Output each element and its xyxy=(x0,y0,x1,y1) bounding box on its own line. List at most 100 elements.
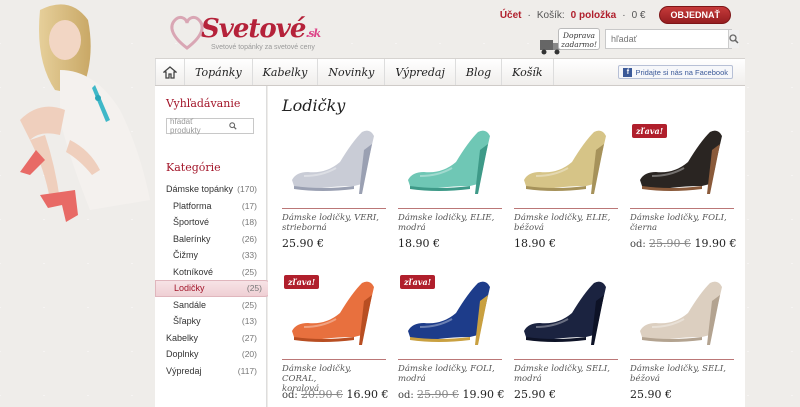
order-button[interactable]: OBJEDNAŤ xyxy=(659,6,731,24)
facebook-like-button[interactable]: f Pridajte si nás na Facebook xyxy=(618,65,733,79)
sidebar-search[interactable]: hľadať produkty xyxy=(166,117,254,135)
category-count: (17) xyxy=(241,200,257,211)
categories-title: Kategórie xyxy=(166,161,221,174)
product-name[interactable]: Dámske lodičky, ELIE, modrá xyxy=(398,213,502,233)
category-count: (170) xyxy=(237,184,257,195)
divider xyxy=(630,359,734,360)
category-label: Lodičky xyxy=(174,283,205,294)
product-card[interactable]: Dámske lodičky, VERI, strieborná 25.90 € xyxy=(282,122,386,250)
product-name-line: Dámske lodičky, SELI, xyxy=(514,364,610,374)
facebook-icon: f xyxy=(623,67,633,77)
shoe-image xyxy=(524,281,606,345)
product-price: od: 25.90 € 19.90 € xyxy=(630,237,736,250)
shoe-image xyxy=(408,130,490,194)
product-name[interactable]: Dámske lodičky, CORAL, koralová xyxy=(282,364,386,394)
product-card[interactable]: zľava! Dámske lodičky, FOLI, čierna od: 25.… xyxy=(630,122,736,250)
product-name-line: Dámske lodičky, ELIE, xyxy=(514,213,611,223)
category-item[interactable]: Balerínky (26) xyxy=(155,231,267,248)
category-item[interactable]: Kotníkové (25) xyxy=(155,264,267,281)
product-name[interactable]: Dámske lodičky, SELI, béžová xyxy=(630,364,734,384)
header-search-button[interactable] xyxy=(728,30,739,48)
sidebar-search-input[interactable]: hľadať produkty xyxy=(167,117,210,135)
product-image[interactable] xyxy=(514,273,618,353)
sidebar-search-button[interactable] xyxy=(210,122,253,130)
site-logo[interactable]: Svetové.sk Svetové topánky za svetové ce… xyxy=(167,10,357,54)
product-name[interactable]: Dámske lodičky, SELI, modrá xyxy=(514,364,618,384)
price-from-label: od: xyxy=(282,390,301,401)
product-image[interactable] xyxy=(630,273,734,353)
product-card[interactable]: Dámske lodičky, ELIE, modrá 18.90 € xyxy=(398,122,502,250)
category-item[interactable]: Výpredaj (117) xyxy=(155,363,267,380)
product-card[interactable]: Dámske lodičky, SELI, modrá 25.90 € xyxy=(514,273,618,401)
cart-label[interactable]: Košík: xyxy=(537,10,565,21)
product-name-line: modrá xyxy=(514,374,542,384)
category-item[interactable]: Sandále (25) xyxy=(155,297,267,314)
main-navigation: Topánky Kabelky Novinky Výpredaj Blog Ko… xyxy=(155,58,745,86)
product-name[interactable]: Dámske lodičky, FOLI, čierna xyxy=(630,213,734,233)
nav-item-vypredaj[interactable]: Výpredaj xyxy=(385,59,456,85)
category-label: Balerínky xyxy=(173,233,211,244)
product-name[interactable]: Dámske lodičky, FOLI, modrá xyxy=(398,364,502,384)
cart-count[interactable]: 0 položka xyxy=(571,10,617,21)
nav-item-topanky[interactable]: Topánky xyxy=(185,59,253,85)
shoe-image xyxy=(524,130,606,194)
nav-item-kabelky[interactable]: Kabelky xyxy=(253,59,319,85)
category-item[interactable]: Platforma (17) xyxy=(155,198,267,215)
nav-item-blog[interactable]: Blog xyxy=(456,59,503,85)
product-card[interactable]: Dámske lodičky, SELI, béžová 25.90 € xyxy=(630,273,734,401)
nav-item-kosik[interactable]: Košík xyxy=(502,59,554,85)
product-image[interactable]: zľava! xyxy=(630,122,734,202)
category-label: Čižmy xyxy=(173,250,198,261)
category-label: Platforma xyxy=(173,200,212,211)
product-name[interactable]: Dámske lodičky, ELIE, béžová xyxy=(514,213,618,233)
product-card[interactable]: zľava! Dámske lodičky, CORAL, koralová od: … xyxy=(282,273,388,401)
product-card[interactable]: zľava! Dámske lodičky, FOLI, modrá od: 25.9… xyxy=(398,273,504,401)
divider xyxy=(282,359,386,360)
category-item[interactable]: Kabelky (27) xyxy=(155,330,267,347)
category-item[interactable]: Šľapky (13) xyxy=(155,313,267,330)
category-label: Kabelky xyxy=(166,332,199,343)
divider xyxy=(514,359,618,360)
category-item[interactable]: Lodičky (25) xyxy=(155,280,273,297)
product-name-line: Dámske lodičky, ELIE, xyxy=(398,213,495,223)
product-name[interactable]: Dámske lodičky, VERI, strieborná xyxy=(282,213,386,233)
product-image[interactable]: zľava! xyxy=(398,273,502,353)
price-from-label: od: xyxy=(398,390,417,401)
product-price: 18.90 € xyxy=(514,237,556,250)
product-card[interactable]: Dámske lodičky, ELIE, béžová 18.90 € xyxy=(514,122,618,250)
account-link[interactable]: Účet xyxy=(500,10,522,21)
category-item[interactable]: Čižmy (33) xyxy=(155,247,267,264)
category-label: Dámske topánky xyxy=(166,184,234,195)
logo-text: Svetové xyxy=(201,14,306,44)
category-label: Šľapky xyxy=(173,316,201,327)
search-section-title: Vyhľadávanie xyxy=(166,97,241,110)
product-listing: Lodičky Dámske lodičky, VERI, strieborná 2… xyxy=(268,86,745,407)
product-name-line: čierna xyxy=(630,223,658,233)
category-count: (26) xyxy=(241,233,257,244)
divider xyxy=(398,208,502,209)
old-price: 25.90 € xyxy=(416,388,459,401)
category-count: (25) xyxy=(241,299,257,310)
product-name-line: Dámske lodičky, CORAL, xyxy=(282,364,352,384)
category-item[interactable]: Športové (18) xyxy=(155,214,267,231)
price-from-label: od: xyxy=(630,239,649,250)
logo-tagline: Svetové topánky za svetové ceny xyxy=(211,44,315,51)
divider xyxy=(282,208,386,209)
search-icon xyxy=(229,122,237,130)
nav-item-novinky[interactable]: Novinky xyxy=(318,59,386,85)
page-title: Lodičky xyxy=(282,96,346,115)
sale-badge: zľava! xyxy=(632,124,668,138)
product-image[interactable] xyxy=(282,122,386,202)
shoe-image xyxy=(292,130,374,194)
header-search-input[interactable] xyxy=(606,30,728,48)
category-item[interactable]: Dámske topánky (170) xyxy=(155,181,267,198)
category-item[interactable]: Doplnky (20) xyxy=(155,346,267,363)
divider xyxy=(398,359,502,360)
product-image[interactable] xyxy=(514,122,618,202)
old-price: 20.90 € xyxy=(300,388,343,401)
product-name-line: béžová xyxy=(630,374,660,384)
product-name-line: Dámske lodičky, FOLI, xyxy=(398,364,495,374)
product-image[interactable]: zľava! xyxy=(282,273,386,353)
nav-home[interactable] xyxy=(155,59,185,85)
product-image[interactable] xyxy=(398,122,502,202)
